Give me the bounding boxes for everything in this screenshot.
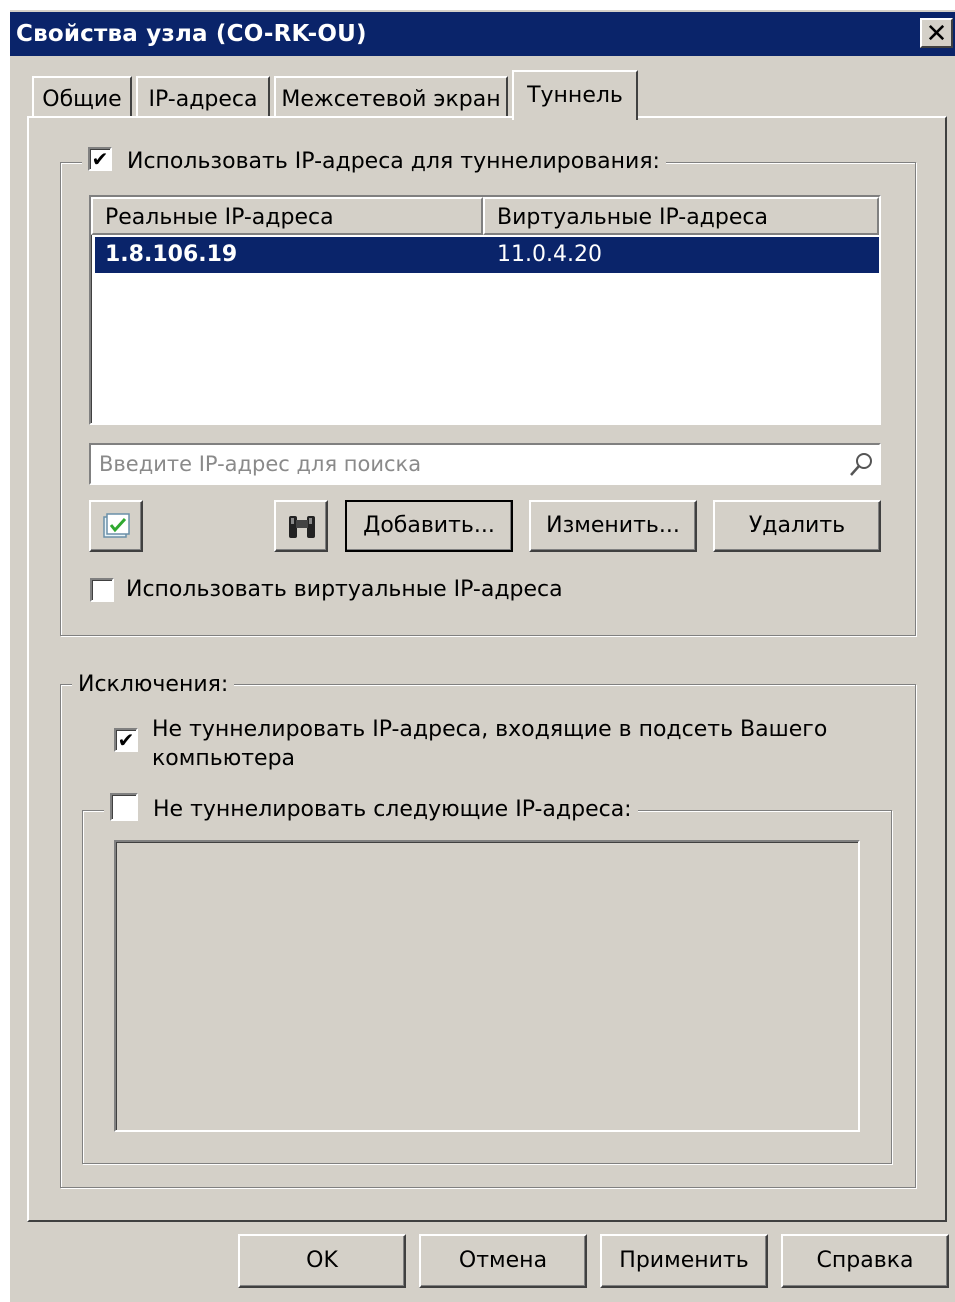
window-title: Свойства узла (CO-RK-OU) bbox=[10, 12, 955, 56]
table-row[interactable]: 1.8.106.19 11.0.4.20 bbox=[95, 237, 879, 273]
exclude-ip-list[interactable] bbox=[114, 840, 860, 1132]
close-icon: ✕ bbox=[925, 19, 948, 49]
search-icon[interactable] bbox=[847, 451, 875, 479]
exclusions-legend: Исключения: bbox=[72, 671, 235, 699]
use-virtual-ip-checkbox[interactable] bbox=[90, 578, 114, 602]
close-button[interactable]: ✕ bbox=[920, 18, 953, 48]
find-button[interactable] bbox=[274, 500, 328, 552]
delete-button[interactable]: Удалить bbox=[713, 500, 881, 552]
ok-button[interactable]: OK bbox=[238, 1234, 406, 1288]
help-button[interactable]: Справка bbox=[781, 1234, 949, 1288]
use-ip-tunneling-checkbox[interactable]: ✔ bbox=[88, 147, 112, 171]
tab-label: Межсетевой экран bbox=[281, 87, 501, 112]
import-button[interactable] bbox=[89, 500, 143, 552]
tunnel-ip-group-legend: ✔ Использовать IP-адреса для туннелирова… bbox=[82, 147, 666, 178]
tab-label: Туннель bbox=[527, 83, 623, 108]
exclude-list-checkbox[interactable] bbox=[110, 793, 138, 821]
tab-general[interactable]: Общие bbox=[32, 76, 132, 118]
checkmark-icon: ✔ bbox=[91, 147, 109, 171]
exclude-list-legend: Не туннелировать следующие IP-адреса: bbox=[104, 793, 638, 826]
search-field[interactable] bbox=[89, 443, 881, 485]
exclude-subnet-label-line1: Не туннелировать IP-адреса, входящие в п… bbox=[152, 717, 828, 742]
exclude-list-label: Не туннелировать следующие IP-адреса: bbox=[153, 797, 632, 822]
search-input[interactable] bbox=[99, 449, 829, 479]
use-virtual-ip-label: Использовать виртуальные IP-адреса bbox=[126, 577, 563, 602]
column-header-virtual-ip[interactable]: Виртуальные IP-адреса bbox=[483, 197, 879, 235]
add-button[interactable]: Добавить... bbox=[345, 500, 513, 552]
tunnel-ip-table[interactable]: Реальные IP-адреса Виртуальные IP-адреса… bbox=[89, 195, 881, 425]
binoculars-icon bbox=[289, 516, 315, 538]
exclude-subnet-checkbox[interactable]: ✔ bbox=[114, 728, 138, 752]
exclude-subnet-label-line2: компьютера bbox=[152, 746, 296, 771]
virtual-ip-cell: 11.0.4.20 bbox=[497, 242, 602, 267]
use-ip-tunneling-label: Использовать IP-адреса для туннелировани… bbox=[127, 149, 660, 174]
column-header-real-ip[interactable]: Реальные IP-адреса bbox=[91, 197, 483, 235]
cancel-button[interactable]: Отмена bbox=[419, 1234, 587, 1288]
tab-firewall[interactable]: Межсетевой экран bbox=[274, 76, 508, 118]
checkmark-icon: ✔ bbox=[117, 728, 135, 752]
edit-button[interactable]: Изменить... bbox=[529, 500, 697, 552]
tab-ip-addresses[interactable]: IP-адреса bbox=[136, 76, 270, 118]
import-list-icon bbox=[103, 513, 130, 538]
apply-button[interactable]: Применить bbox=[600, 1234, 768, 1288]
tab-label: IP-адреса bbox=[148, 87, 258, 112]
tab-label: Общие bbox=[42, 87, 122, 112]
tab-tunnel[interactable]: Туннель bbox=[512, 70, 638, 120]
real-ip-cell: 1.8.106.19 bbox=[105, 242, 238, 267]
